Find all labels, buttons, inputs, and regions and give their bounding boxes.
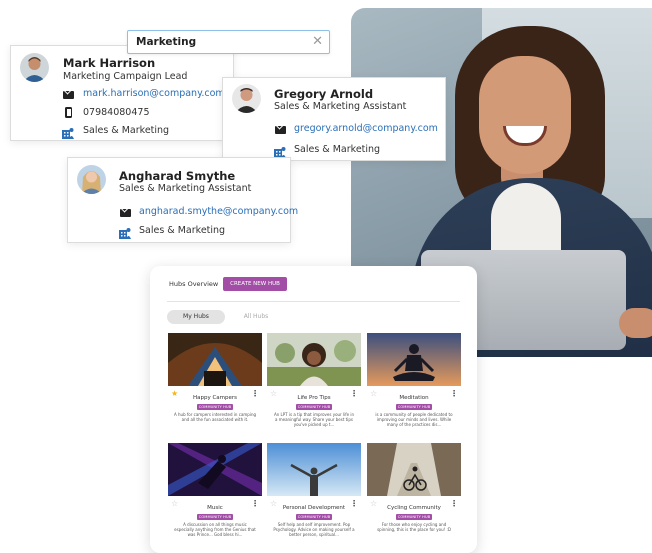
contact-card-gregory-arnold[interactable]: Gregory Arnold Sales & Marketing Assista… bbox=[222, 77, 446, 161]
contact-card-mark-harrison[interactable]: Mark Harrison Marketing Campaign Lead ma… bbox=[10, 45, 234, 141]
close-icon[interactable]: ✕ bbox=[312, 34, 323, 50]
contact-department: Sales & Marketing bbox=[294, 144, 381, 155]
hub-image bbox=[168, 443, 262, 496]
contact-email-link[interactable]: gregory.arnold@company.com bbox=[294, 123, 438, 134]
tab-all-hubs[interactable]: All Hubs bbox=[241, 310, 271, 324]
status-badge: COMMUNITY HUB bbox=[197, 404, 233, 410]
hub-description: For those who enjoy cycling and spinning… bbox=[377, 522, 451, 533]
create-hub-button[interactable]: CREATE NEW HUB bbox=[223, 277, 287, 291]
contact-card-angharad-smythe[interactable]: Angharad Smythe Sales & Marketing Assist… bbox=[67, 157, 298, 243]
status-badge: COMMUNITY HUB bbox=[197, 514, 233, 520]
contact-role: Marketing Campaign Lead bbox=[63, 71, 188, 82]
status-badge: COMMUNITY HUB bbox=[296, 514, 332, 520]
avatar bbox=[77, 165, 106, 194]
hub-name: Cycling Community bbox=[387, 505, 441, 511]
hub-name: Life Pro Tips bbox=[297, 395, 331, 401]
contact-role: Sales & Marketing Assistant bbox=[274, 101, 407, 112]
hub-description: is a community of people dedicated to im… bbox=[375, 412, 453, 428]
search-value: Marketing bbox=[136, 36, 197, 48]
contact-name: Gregory Arnold bbox=[274, 87, 374, 101]
contact-name: Angharad Smythe bbox=[119, 169, 236, 183]
hub-description: An LPT is a tip that improves your life … bbox=[274, 412, 354, 428]
mail-icon bbox=[120, 209, 131, 217]
divider bbox=[167, 301, 460, 302]
hub-tile-life-pro-tips[interactable]: ☆ ⋮ Life Pro Tips COMMUNITY HUB An LPT i… bbox=[267, 333, 361, 434]
hub-image bbox=[267, 443, 361, 496]
contact-email-link[interactable]: angharad.smythe@company.com bbox=[139, 206, 298, 217]
hub-tile-meditation[interactable]: ☆ ⋮ Meditation COMMUNITY HUB is a commun… bbox=[367, 333, 461, 434]
department-icon bbox=[274, 143, 286, 158]
hub-tile-personal-development[interactable]: ☆ ⋮ Personal Development COMMUNITY HUB S… bbox=[267, 443, 361, 544]
tab-my-hubs[interactable]: My Hubs bbox=[167, 310, 225, 324]
hub-image bbox=[367, 333, 461, 386]
status-badge: COMMUNITY HUB bbox=[296, 404, 332, 410]
hub-image bbox=[267, 333, 361, 386]
hubs-panel: Hubs Overview CREATE NEW HUB My Hubs All… bbox=[150, 266, 477, 553]
hub-image bbox=[168, 333, 262, 386]
hub-description: Self help and self improvement. Pop Psyc… bbox=[273, 522, 355, 538]
mail-icon bbox=[275, 126, 286, 134]
mail-icon bbox=[63, 91, 74, 99]
contact-department: Sales & Marketing bbox=[83, 125, 170, 136]
hub-name: Personal Development bbox=[282, 505, 346, 511]
hub-tile-music[interactable]: ☆ ⋮ Music COMMUNITY HUB A discussion on … bbox=[168, 443, 262, 544]
contact-email-link[interactable]: mark.harrison@company.com bbox=[83, 88, 225, 99]
contact-name: Mark Harrison bbox=[63, 56, 156, 70]
contact-department: Sales & Marketing bbox=[139, 225, 226, 236]
phone-icon bbox=[65, 107, 72, 118]
search-input[interactable]: Marketing ✕ bbox=[127, 30, 330, 54]
hub-tile-happy-campers[interactable]: ★ ⋮ Happy Campers COMMUNITY HUB A hub fo… bbox=[168, 333, 262, 434]
hub-tile-cycling-community[interactable]: ☆ ⋮ Cycling Community COMMUNITY HUB For … bbox=[367, 443, 461, 544]
contact-phone: 07984080475 bbox=[83, 107, 150, 118]
department-icon bbox=[119, 224, 131, 239]
hub-description: A discussion on all things music especia… bbox=[174, 522, 256, 538]
page-title: Hubs Overview bbox=[169, 280, 219, 288]
status-badge: COMMUNITY HUB bbox=[396, 514, 432, 520]
hub-name: Happy Campers bbox=[192, 395, 238, 401]
contact-role: Sales & Marketing Assistant bbox=[119, 183, 252, 194]
status-badge: COMMUNITY HUB bbox=[396, 404, 432, 410]
department-icon bbox=[62, 124, 74, 139]
avatar bbox=[232, 84, 261, 113]
avatar bbox=[20, 53, 49, 82]
hub-name: Meditation bbox=[399, 395, 429, 401]
hub-name: Music bbox=[207, 505, 223, 511]
hub-description: A hub for campers interested in camping … bbox=[174, 412, 257, 423]
hub-image bbox=[367, 443, 461, 496]
